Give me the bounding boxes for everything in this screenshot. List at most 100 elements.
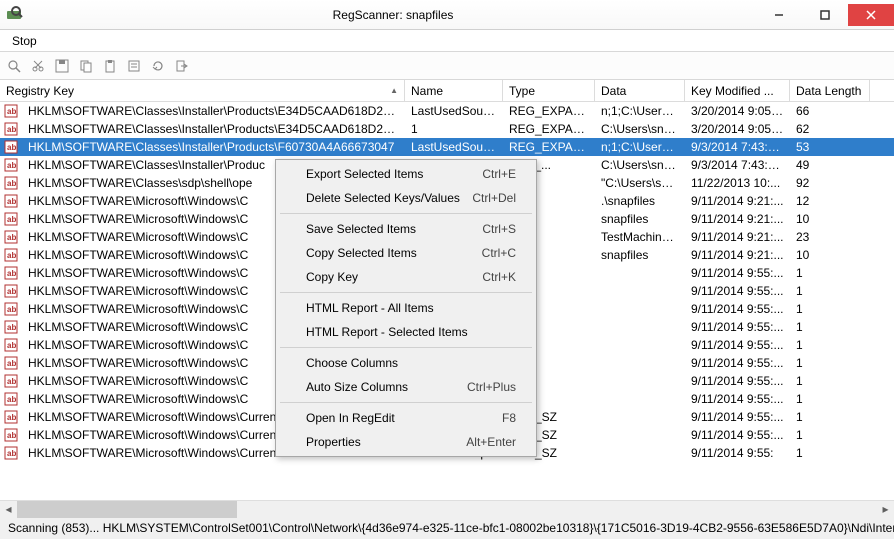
toolbar-refresh-icon[interactable]	[148, 56, 168, 76]
menubar: Stop	[0, 30, 894, 52]
context-menu-label: Properties	[306, 435, 361, 449]
column-header-name[interactable]: Name	[405, 80, 503, 101]
reg-value-icon: ab	[4, 104, 20, 118]
context-menu-label: Choose Columns	[306, 356, 398, 370]
toolbar-cut-icon[interactable]	[28, 56, 48, 76]
cell-modified: 9/11/2014 9:55:...	[685, 319, 790, 335]
cell-data: TestMachine5\...	[595, 229, 685, 245]
svg-text:ab: ab	[7, 197, 16, 206]
context-menu-label: Copy Selected Items	[306, 246, 417, 260]
context-menu-label: Auto Size Columns	[306, 380, 408, 394]
cell-data: n;1;C:\Users\s...	[595, 103, 685, 119]
scroll-right-button[interactable]: ▸	[877, 501, 894, 518]
reg-value-icon: ab	[4, 176, 20, 190]
reg-value-icon: ab	[4, 266, 20, 280]
reg-value-icon: ab	[4, 140, 20, 154]
column-header-data[interactable]: Data	[595, 80, 685, 101]
reg-value-icon: ab	[4, 194, 20, 208]
cell-data: snapfiles	[595, 211, 685, 227]
svg-text:ab: ab	[7, 413, 16, 422]
table-row[interactable]: abHKLM\SOFTWARE\Classes\Installer\Produc…	[0, 138, 894, 156]
context-menu-item[interactable]: Save Selected ItemsCtrl+S	[278, 217, 534, 241]
reg-value-icon: ab	[4, 374, 20, 388]
context-menu-item[interactable]: Export Selected ItemsCtrl+E	[278, 162, 534, 186]
cell-modified: 9/11/2014 9:21:...	[685, 247, 790, 263]
column-header-data-length[interactable]: Data Length	[790, 80, 870, 101]
cell-length: 1	[790, 373, 870, 389]
toolbar-save-icon[interactable]	[52, 56, 72, 76]
cell-modified: 9/11/2014 9:55:...	[685, 391, 790, 407]
cell-length: 23	[790, 229, 870, 245]
cell-length: 49	[790, 157, 870, 173]
context-menu-shortcut: F8	[502, 411, 516, 425]
reg-value-icon: ab	[4, 356, 20, 370]
toolbar-copy-icon[interactable]	[76, 56, 96, 76]
cell-length: 66	[790, 103, 870, 119]
horizontal-scrollbar[interactable]: ◂ ▸	[0, 500, 894, 517]
cell-modified: 9/11/2014 9:21:...	[685, 193, 790, 209]
cell-modified: 9/11/2014 9:21:...	[685, 211, 790, 227]
cell-modified: 9/11/2014 9:55:...	[685, 265, 790, 281]
cell-type: REG_EXPAND_...	[503, 103, 595, 119]
cell-length: 53	[790, 139, 870, 155]
context-menu-item[interactable]: Copy Selected Items Ctrl+C	[278, 241, 534, 265]
svg-text:ab: ab	[7, 449, 16, 458]
toolbar-exit-icon[interactable]	[172, 56, 192, 76]
svg-text:ab: ab	[7, 323, 16, 332]
svg-text:ab: ab	[7, 125, 16, 134]
cell-length: 1	[790, 337, 870, 353]
column-header-registry-key[interactable]: Registry Key▲	[0, 80, 405, 101]
toolbar	[0, 52, 894, 80]
cell-data: n;1;C:\Users\s...	[595, 139, 685, 155]
menu-stop[interactable]: Stop	[6, 32, 43, 50]
close-button[interactable]	[848, 4, 894, 26]
cell-modified: 9/11/2014 9:21:...	[685, 229, 790, 245]
window-title: RegScanner: snapfiles	[30, 8, 756, 22]
reg-value-icon: ab	[4, 338, 20, 352]
context-menu-separator	[280, 347, 532, 348]
reg-value-icon: ab	[4, 446, 20, 460]
table-row[interactable]: abHKLM\SOFTWARE\Classes\Installer\Produc…	[0, 102, 894, 120]
cell-registry-key: HKLM\SOFTWARE\Classes\Installer\Products…	[22, 103, 405, 119]
cell-data: snapfiles	[595, 247, 685, 263]
scroll-track[interactable]	[17, 501, 877, 518]
context-menu-item[interactable]: HTML Report - All Items	[278, 296, 534, 320]
cell-data: .\snapfiles	[595, 193, 685, 209]
context-menu-item[interactable]: HTML Report - Selected Items	[278, 320, 534, 344]
context-menu-shortcut: Ctrl+Del	[472, 191, 516, 205]
reg-value-icon: ab	[4, 284, 20, 298]
column-header-key-modified[interactable]: Key Modified ...	[685, 80, 790, 101]
context-menu-item[interactable]: Auto Size ColumnsCtrl+Plus	[278, 375, 534, 399]
cell-modified: 9/3/2014 7:43:0...	[685, 157, 790, 173]
cell-length: 1	[790, 427, 870, 443]
maximize-button[interactable]	[802, 4, 848, 26]
context-menu-item[interactable]: PropertiesAlt+Enter	[278, 430, 534, 454]
cell-data	[595, 416, 685, 418]
reg-value-icon: ab	[4, 248, 20, 262]
cell-length: 1	[790, 409, 870, 425]
context-menu-item[interactable]: Delete Selected Keys/ValuesCtrl+Del	[278, 186, 534, 210]
context-menu-label: Save Selected Items	[306, 222, 416, 236]
reg-value-icon: ab	[4, 230, 20, 244]
context-menu-separator	[280, 213, 532, 214]
cell-data	[595, 290, 685, 292]
context-menu-item[interactable]: Open In RegEditF8	[278, 406, 534, 430]
toolbar-clipboard-icon[interactable]	[100, 56, 120, 76]
context-menu-separator	[280, 292, 532, 293]
context-menu-item[interactable]: Choose Columns	[278, 351, 534, 375]
column-header-type[interactable]: Type	[503, 80, 595, 101]
cell-registry-key: HKLM\SOFTWARE\Classes\Installer\Products…	[22, 139, 405, 155]
cell-length: 10	[790, 247, 870, 263]
scroll-left-button[interactable]: ◂	[0, 501, 17, 518]
cell-data: "C:\Users\snap...	[595, 175, 685, 191]
context-menu-shortcut: Ctrl+C	[482, 246, 516, 260]
toolbar-scan-icon[interactable]	[4, 56, 24, 76]
svg-text:ab: ab	[7, 287, 16, 296]
table-row[interactable]: ab HKLM\SOFTWARE\Classes\Installer\Produc…	[0, 120, 894, 138]
toolbar-properties-icon[interactable]	[124, 56, 144, 76]
context-menu-item[interactable]: Copy KeyCtrl+K	[278, 265, 534, 289]
scroll-thumb[interactable]	[17, 501, 237, 518]
minimize-button[interactable]	[756, 4, 802, 26]
reg-value-icon: ab	[4, 320, 20, 334]
cell-registry-key: HKLM\SOFTWARE\Classes\Installer\Products…	[22, 121, 405, 137]
